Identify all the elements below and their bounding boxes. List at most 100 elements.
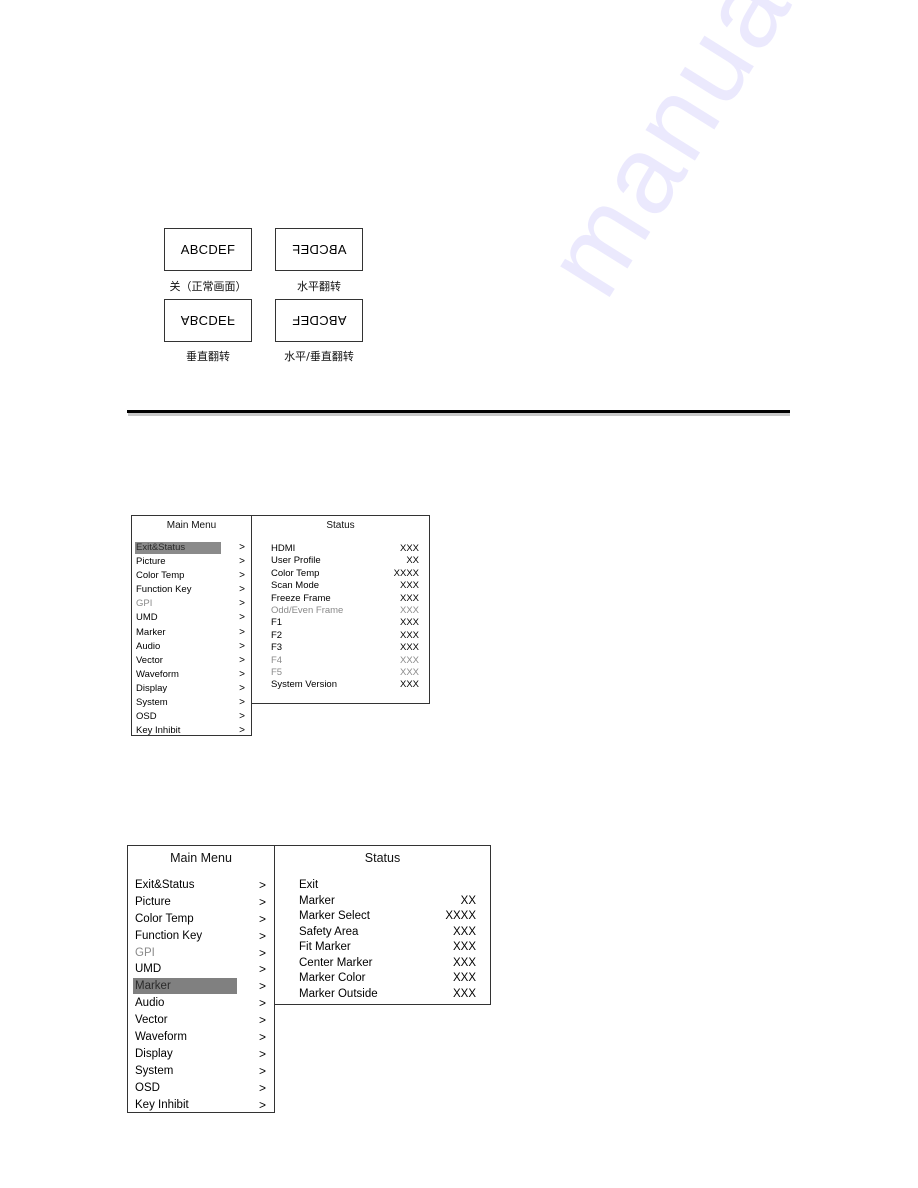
status-row-f4[interactable]: F4 XXX bbox=[271, 655, 419, 667]
menu-item-color-temp[interactable]: Color Temp > bbox=[135, 569, 245, 583]
menu-item-exit-status[interactable]: Exit&Status > bbox=[135, 541, 245, 555]
menu-item-waveform[interactable]: Waveform > bbox=[135, 668, 245, 682]
chevron-right-icon: > bbox=[258, 1030, 266, 1045]
status-row-marker[interactable]: Marker XX bbox=[299, 894, 476, 910]
menu-item-vector[interactable]: Vector > bbox=[135, 654, 245, 668]
menu-item-label: Exit&Status bbox=[136, 542, 186, 553]
chevron-right-icon: > bbox=[239, 598, 245, 610]
menu-item-label: Marker bbox=[135, 980, 171, 993]
menu-item-label: GPI bbox=[136, 598, 153, 610]
status-row-user-profile[interactable]: User Profile XX bbox=[271, 555, 419, 567]
chevron-right-icon: > bbox=[258, 1063, 266, 1078]
menu-item-label: Picture bbox=[136, 556, 166, 568]
menu-item-gpi[interactable]: GPI > bbox=[133, 945, 266, 962]
status-label: Exit bbox=[299, 879, 319, 891]
menu-item-marker[interactable]: Marker > bbox=[133, 978, 266, 995]
chevron-right-icon: > bbox=[258, 979, 266, 994]
status-value: XXX bbox=[399, 617, 419, 629]
status-row-odd-even-frame[interactable]: Odd/Even Frame XXX bbox=[271, 605, 419, 617]
chevron-right-icon: > bbox=[258, 1080, 266, 1095]
flip-caption-horizontal-vertical: 水平/垂直翻转 bbox=[284, 350, 354, 363]
menu-item-system[interactable]: System > bbox=[133, 1063, 266, 1080]
menu-item-vector[interactable]: Vector > bbox=[133, 1012, 266, 1029]
menu-item-osd[interactable]: OSD > bbox=[135, 710, 245, 724]
status-row-f2[interactable]: F2 XXX bbox=[271, 630, 419, 642]
status-row-fit-marker[interactable]: Fit Marker XXX bbox=[299, 940, 476, 956]
status-row-center-marker[interactable]: Center Marker XXX bbox=[299, 956, 476, 972]
menu-item-label: Picture bbox=[135, 895, 171, 908]
chevron-right-icon: > bbox=[239, 725, 245, 737]
status-label: Marker Outside bbox=[299, 987, 378, 1000]
menu-item-label: Color Temp bbox=[135, 912, 194, 925]
menu-item-label: Key Inhibit bbox=[136, 725, 181, 737]
menu-item-function-key[interactable]: Function Key > bbox=[135, 583, 245, 597]
status-list: Exit Marker XX Marker Select XXXX Safety Area… bbox=[299, 878, 476, 1002]
menu-item-system[interactable]: System > bbox=[135, 696, 245, 710]
menu-item-label: Audio bbox=[135, 997, 165, 1010]
status-value: XXX bbox=[399, 543, 419, 554]
menu-item-display[interactable]: Display > bbox=[135, 682, 245, 696]
flip-example-horizontal-vertical: ABCDEF bbox=[275, 299, 363, 342]
status-panel: Status Exit Marker XX Marker Select XXXX Safe… bbox=[274, 845, 491, 1005]
menu-item-display[interactable]: Display > bbox=[133, 1046, 266, 1063]
flip-example-normal: ABCDEF bbox=[164, 228, 252, 271]
menu-item-color-temp[interactable]: Color Temp > bbox=[133, 911, 266, 928]
status-row-marker-select[interactable]: Marker Select XXXX bbox=[299, 909, 476, 925]
menu-item-umd[interactable]: UMD > bbox=[133, 961, 266, 978]
menu-item-picture[interactable]: Picture > bbox=[135, 555, 245, 569]
main-menu-title: Main Menu bbox=[166, 520, 217, 531]
chevron-right-icon: > bbox=[239, 711, 245, 723]
menu-item-waveform[interactable]: Waveform > bbox=[133, 1029, 266, 1046]
status-row-system-version[interactable]: System Version XXX bbox=[271, 679, 419, 691]
status-row-marker-outside[interactable]: Marker Outside XXX bbox=[299, 987, 476, 1003]
status-panel: Status HDMI XXX User Profile XX Color Temp XX… bbox=[251, 515, 430, 704]
main-menu-title: Main Menu bbox=[170, 851, 232, 865]
status-value: XXX bbox=[399, 592, 419, 604]
status-label: Color Temp bbox=[271, 567, 320, 579]
menu-item-label: GPI bbox=[135, 946, 155, 959]
menu-item-audio[interactable]: Audio > bbox=[135, 640, 245, 654]
menu-item-osd[interactable]: OSD > bbox=[133, 1080, 266, 1097]
menu-item-key-inhibit[interactable]: Key Inhibit > bbox=[133, 1097, 266, 1114]
status-row-freeze-frame[interactable]: Freeze Frame XXX bbox=[271, 593, 419, 605]
chevron-right-icon: > bbox=[258, 878, 266, 892]
status-row-f1[interactable]: F1 XXX bbox=[271, 617, 419, 629]
status-row-color-temp[interactable]: Color Temp XXXX bbox=[271, 568, 419, 580]
chevron-right-icon: > bbox=[258, 1097, 266, 1112]
status-row-f5[interactable]: F5 XXX bbox=[271, 667, 419, 679]
sample-text: ABCDEF bbox=[291, 313, 347, 328]
menu-item-label: OSD bbox=[135, 1081, 160, 1094]
menu-item-audio[interactable]: Audio > bbox=[133, 995, 266, 1012]
menu-item-gpi[interactable]: GPI > bbox=[135, 597, 245, 611]
status-row-f3[interactable]: F3 XXX bbox=[271, 642, 419, 654]
section-divider-shadow bbox=[128, 413, 790, 416]
status-value: XXX bbox=[399, 604, 419, 616]
menu-item-exit-status[interactable]: Exit&Status > bbox=[133, 877, 266, 894]
chevron-right-icon: > bbox=[239, 556, 245, 568]
status-value: XXX bbox=[452, 972, 476, 984]
status-row-scan-mode[interactable]: Scan Mode XXX bbox=[271, 580, 419, 592]
menu-item-label: Key Inhibit bbox=[135, 1098, 189, 1111]
status-row-hdmi[interactable]: HDMI XXX bbox=[271, 543, 419, 555]
status-row-safety-area[interactable]: Safety Area XXX bbox=[299, 925, 476, 941]
status-value: XXX bbox=[452, 956, 476, 969]
status-row-marker-color[interactable]: Marker Color XXX bbox=[299, 971, 476, 987]
menu-item-key-inhibit[interactable]: Key Inhibit > bbox=[135, 724, 245, 738]
status-value: XX bbox=[406, 555, 419, 567]
chevron-right-icon: > bbox=[258, 945, 266, 960]
status-value: XXX bbox=[399, 629, 419, 641]
menu-item-label: Vector bbox=[135, 1014, 168, 1027]
menu-item-function-key[interactable]: Function Key > bbox=[133, 928, 266, 945]
menu-item-marker[interactable]: Marker > bbox=[135, 626, 245, 640]
chevron-right-icon: > bbox=[239, 626, 245, 638]
menu-item-label: Marker bbox=[136, 626, 166, 638]
status-row-exit[interactable]: Exit bbox=[299, 878, 476, 894]
menu-item-picture[interactable]: Picture > bbox=[133, 894, 266, 911]
main-menu-list: Exit&Status > Picture > Color Temp > Function … bbox=[135, 541, 245, 738]
status-label: Freeze Frame bbox=[271, 592, 331, 604]
menu-item-umd[interactable]: UMD > bbox=[135, 611, 245, 625]
status-value: XX bbox=[460, 894, 476, 907]
chevron-right-icon: > bbox=[258, 996, 266, 1011]
status-title: Status bbox=[326, 520, 355, 531]
menu-item-label: Display bbox=[136, 682, 168, 694]
